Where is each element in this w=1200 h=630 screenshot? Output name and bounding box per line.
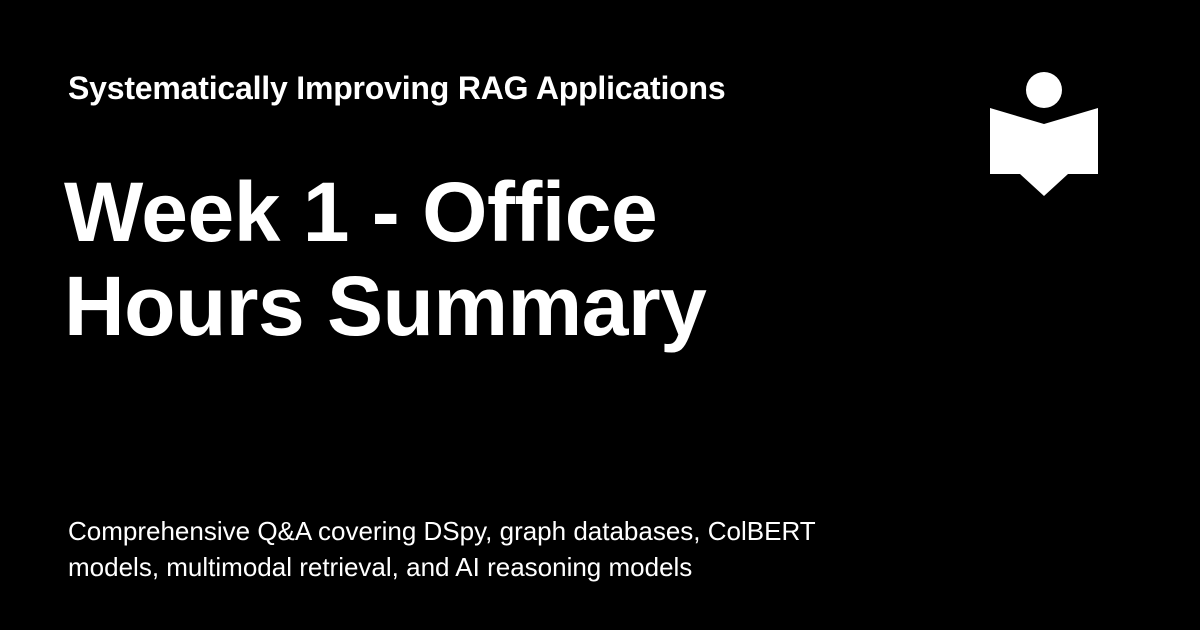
open-book-shape [990, 108, 1098, 196]
page-title: Week 1 - Office Hours Summary [64, 165, 844, 353]
page-title-line: Week 1 - Office [64, 165, 658, 259]
page-description-line: Comprehensive Q&A covering DSpy, graph d… [68, 516, 816, 546]
reader-book-icon [990, 72, 1098, 196]
site-title: Systematically Improving RAG Application… [68, 70, 726, 106]
social-card: Systematically Improving RAG Application… [0, 0, 1200, 630]
page-description: Comprehensive Q&A covering DSpy, graph d… [68, 513, 888, 585]
page-title-line: Hours Summary [64, 259, 707, 353]
reader-head-shape [1026, 72, 1062, 108]
page-description-line: models, multimodal retrieval, and AI rea… [68, 552, 693, 582]
